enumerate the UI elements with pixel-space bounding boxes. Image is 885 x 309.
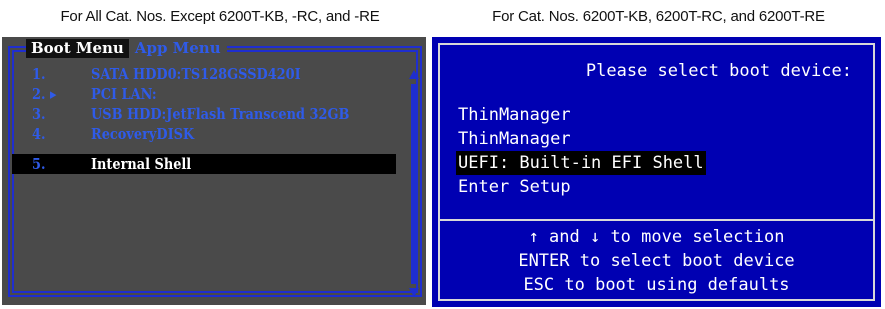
uefi-enter-setup-option[interactable]: Enter Setup — [456, 175, 573, 199]
help-move-selection: ↑ and ↓ to move selection — [528, 227, 785, 247]
boot-option-label: PCI LAN: — [91, 85, 157, 103]
boot-option-number: 5. — [32, 155, 46, 173]
boot-option-number: 3. — [32, 105, 46, 123]
help-boot-defaults: ESC to boot using defaults — [523, 275, 790, 295]
left-caption: For All Cat. Nos. Except 6200T-KB, -RC, … — [60, 8, 380, 25]
boot-option-label: USB HDD:JetFlash Transcend 32GB — [91, 105, 350, 123]
uefi-boot-option-1[interactable]: ThinManager — [456, 103, 573, 127]
boot-option-number: 4. — [32, 125, 46, 143]
uefi-menu-divider — [438, 219, 875, 221]
tab-app-menu[interactable]: App Menu — [128, 38, 227, 58]
boot-option-label: SATA HDD0:TS128GSSD420I — [91, 65, 301, 83]
menu-tabs: Boot Menu App Menu — [26, 38, 227, 58]
boot-option-2[interactable]: 2. ▸ PCI LAN: — [12, 84, 396, 104]
boot-option-number: 1. — [32, 65, 46, 83]
right-caption: For Cat. Nos. 6200T-KB, 6200T-RC, and 62… — [492, 8, 825, 25]
scrollbar-track[interactable] — [411, 84, 417, 284]
boot-menu-scrollbar[interactable] — [409, 70, 419, 304]
boot-option-label: RecoveryDISK — [91, 125, 195, 143]
scroll-down-arrow-icon[interactable] — [409, 288, 419, 297]
uefi-boot-select-screen: Please select boot device: ThinManager T… — [432, 37, 881, 307]
help-select-device: ENTER to select boot device — [518, 251, 795, 271]
boot-option-5-selected[interactable]: 5. Internal Shell — [12, 154, 396, 174]
boot-option-number: 2. ▸ — [32, 85, 57, 103]
uefi-boot-option-3-selected[interactable]: UEFI: Built-in EFI Shell — [456, 151, 706, 175]
boot-option-3[interactable]: 3. USB HDD:JetFlash Transcend 32GB — [12, 104, 396, 124]
boot-option-1[interactable]: 1. SATA HDD0:TS128GSSD420I — [12, 64, 396, 84]
uefi-menu-title: Please select boot device: — [585, 61, 852, 81]
boot-option-label: Internal Shell — [91, 155, 192, 173]
legacy-boot-menu-screen: Boot Menu App Menu 1. SATA HDD0:TS128GSS… — [2, 37, 426, 305]
scroll-up-arrow-icon[interactable] — [409, 70, 419, 79]
tab-boot-menu[interactable]: Boot Menu — [26, 38, 129, 58]
boot-option-4[interactable]: 4. RecoveryDISK — [12, 124, 396, 144]
uefi-boot-option-2[interactable]: ThinManager — [456, 127, 573, 151]
